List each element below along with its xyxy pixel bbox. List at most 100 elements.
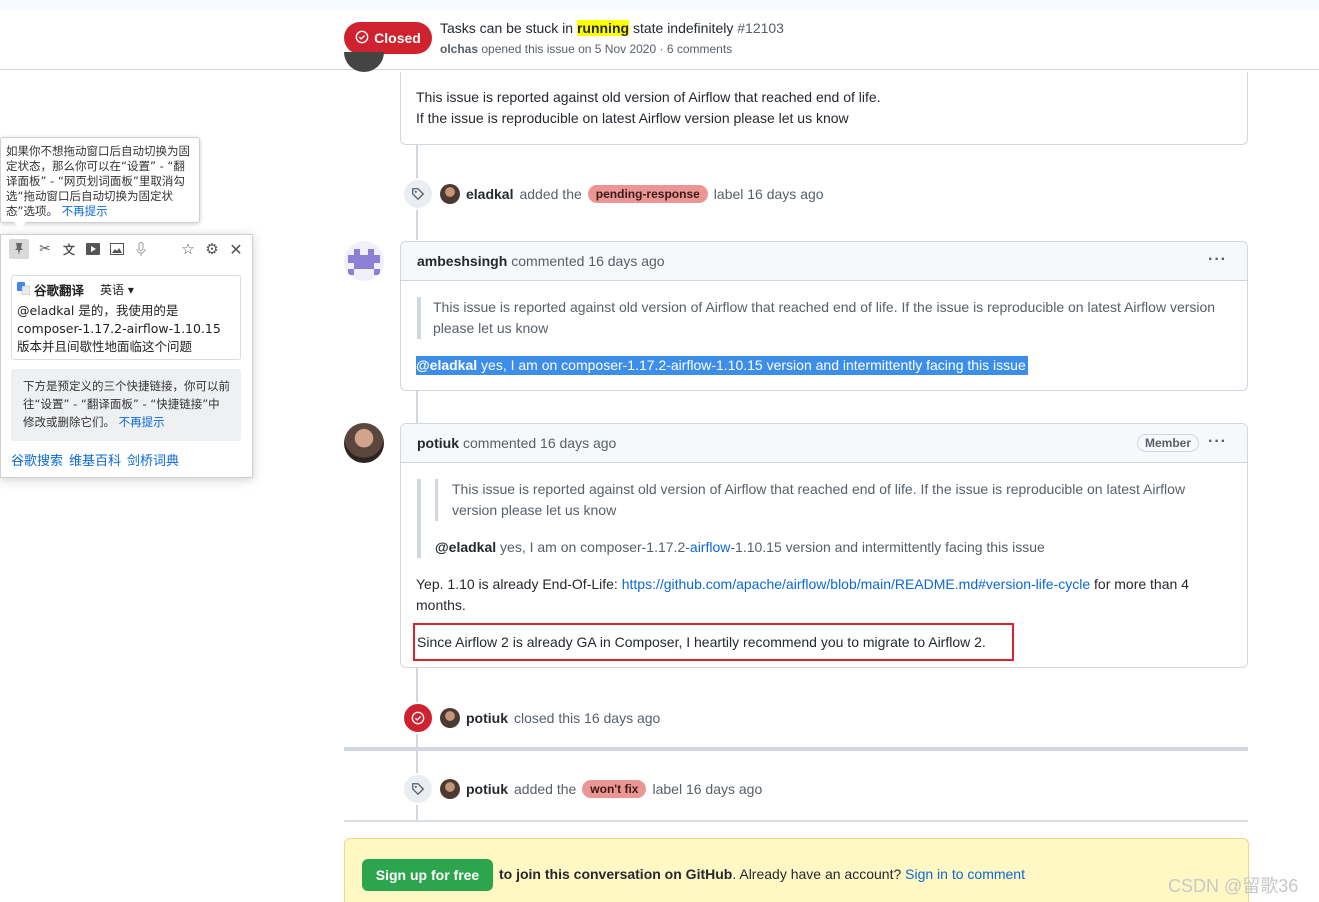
tag-icon [402, 178, 434, 210]
comment-body-line: This issue is reported against old versi… [416, 89, 881, 105]
nested-quote: This issue is reported against old versi… [435, 479, 1231, 521]
user-avatar[interactable] [344, 423, 384, 463]
comment-box: This issue is reported against old versi… [400, 72, 1248, 145]
title-text-rest: state indefinitely [629, 20, 734, 36]
issue-title: Tasks can be stuck in running state inde… [440, 20, 784, 36]
event-action: added the [514, 781, 577, 797]
comment-header: potiuk commented 16 days ago Member ··· [401, 424, 1247, 463]
timeline-divider [344, 747, 1248, 751]
star-icon[interactable]: ☆ [180, 240, 196, 258]
language-label: 英语 [100, 283, 125, 297]
google-translate-icon [17, 281, 31, 298]
event-user[interactable]: potiuk [466, 710, 508, 726]
translate-icon[interactable]: 文 [61, 241, 77, 257]
closed-circle-icon [355, 30, 369, 47]
hint-dismiss-link[interactable]: 不再提示 [119, 415, 165, 429]
quick-link-google[interactable]: 谷歌搜索 [11, 450, 63, 469]
image-icon[interactable] [109, 241, 125, 257]
more-options-icon[interactable]: ··· [1208, 251, 1227, 269]
language-select[interactable]: 英语 ▾ [100, 281, 134, 298]
quoted-reply: @eladkal yes, I am on composer-1.17.2-ai… [435, 537, 1231, 558]
section-divider [344, 820, 1248, 822]
quoted-text: yes, I am on composer-1.17.2- [496, 539, 690, 555]
outer-quote: This issue is reported against old versi… [417, 479, 1231, 558]
issue-state-badge: Closed [344, 22, 432, 54]
label-pill[interactable]: pending-response [587, 185, 708, 203]
user-avatar[interactable] [440, 184, 460, 204]
title-text: Tasks can be stuck in [440, 20, 577, 36]
sign-up-button[interactable]: Sign up for free [362, 859, 493, 891]
watermark: CSDN @留歌36 [1168, 876, 1299, 896]
event-user[interactable]: potiuk [466, 781, 508, 797]
translation-text: @eladkal 是的，我使用的是 composer-1.17.2-airflo… [17, 303, 221, 354]
inline-link[interactable]: airflow [690, 539, 730, 555]
more-options-icon[interactable]: ··· [1208, 433, 1227, 451]
translate-tip: 如果你不想拖动窗口后自动切换为固定状态，那么你可以在“设置” - “翻译面板” … [0, 137, 200, 223]
issue-meta: olchas opened this issue on 5 Nov 2020 ·… [440, 42, 732, 56]
quick-link-cambridge[interactable]: 剑桥词典 [127, 450, 179, 469]
event-user[interactable]: eladkal [466, 186, 513, 202]
issue-number: #12103 [737, 20, 784, 36]
event-text: closed this 16 days ago [514, 710, 661, 726]
event-suffix: label 16 days ago [652, 781, 763, 797]
readme-link[interactable]: https://github.com/apache/airflow/blob/m… [622, 576, 1090, 592]
issue-meta-text: opened this issue on 5 Nov 2020 · 6 comm… [481, 42, 733, 56]
tip-arrow [14, 222, 26, 229]
quote-block: This issue is reported against old versi… [417, 297, 1223, 339]
tag-icon [402, 773, 434, 805]
signup-text-rest: . Already have an account? [732, 866, 906, 882]
comment-header: ambeshsingh commented 16 days ago ··· [401, 242, 1247, 281]
quick-link-wikipedia[interactable]: 维基百科 [69, 450, 121, 469]
translation-result: 谷歌翻译 英语 ▾ @eladkal 是的，我使用的是 composer-1.1… [11, 275, 241, 360]
closed-circle-icon [402, 702, 434, 734]
sign-in-link[interactable]: Sign in to comment [905, 866, 1025, 882]
label-pill[interactable]: won't fix [582, 780, 647, 798]
avatar-partial [344, 52, 384, 72]
comment-time[interactable]: commented 16 days ago [463, 435, 616, 451]
close-icon[interactable]: ✕ [228, 240, 244, 259]
scissors-icon[interactable]: ✂ [37, 241, 53, 257]
member-badge: Member [1136, 434, 1199, 452]
engine-name: 谷歌翻译 [34, 283, 85, 298]
highlighted-paragraph: Since Airflow 2 is already GA in Compose… [413, 623, 1014, 661]
selected-reply: @eladkal yes, I am on composer-1.17.2-ai… [416, 356, 1028, 375]
comment-box: potiuk commented 16 days ago Member ··· … [400, 423, 1248, 668]
signup-banner: Sign up for free to join this conversati… [344, 838, 1249, 902]
quick-links: 谷歌搜索 维基百科 剑桥词典 [11, 450, 179, 469]
event-action: added the [519, 186, 582, 202]
identicon-avatar[interactable] [344, 241, 384, 281]
user-avatar[interactable] [440, 779, 460, 799]
gear-icon[interactable]: ⚙ [204, 240, 220, 258]
tip-dismiss-link[interactable]: 不再提示 [62, 204, 108, 218]
event-suffix: label 16 days ago [713, 186, 824, 202]
signup-text-bold: to join this conversation on GitHub [499, 866, 733, 882]
quoted-text-rest: -1.10.15 version and intermittently faci… [730, 539, 1045, 555]
engine-row: 谷歌翻译 英语 ▾ [17, 280, 235, 299]
paragraph-text: Yep. 1.10 is already End-Of-Life: [416, 576, 622, 592]
comment-author[interactable]: ambeshsingh [417, 253, 507, 269]
label-event: potiuk added the won't fix label 16 days… [402, 773, 762, 805]
microphone-icon[interactable] [133, 241, 149, 257]
signup-text: to join this conversation on GitHub. Alr… [499, 866, 1025, 882]
comment-author[interactable]: potiuk [417, 435, 459, 451]
comment-time[interactable]: commented 16 days ago [511, 253, 664, 269]
translate-panel: ✂ 文 ☆ ⚙ ✕ 谷歌翻译 英语 ▾ @eladkal 是的，我使用的是 co… [0, 234, 253, 478]
label-event: eladkal added the pending-response label… [402, 178, 824, 210]
state-label: Closed [374, 30, 421, 46]
comment-body-line: If the issue is reproducible on latest A… [416, 110, 849, 126]
hint-box: 下方是预定义的三个快捷链接，你可以前往“设置” - “翻译面板” - “快捷链接… [11, 369, 241, 441]
title-highlight: running [576, 20, 630, 36]
comment-paragraph: Yep. 1.10 is already End-Of-Life: https:… [416, 574, 1207, 616]
user-avatar[interactable] [440, 708, 460, 728]
issue-author-link[interactable]: olchas [440, 42, 478, 56]
sticky-issue-header [0, 10, 1319, 70]
panel-toolbar: ✂ 文 ☆ ⚙ ✕ [1, 235, 252, 263]
timeline-line [416, 390, 418, 424]
video-icon[interactable] [85, 241, 101, 257]
mention-link[interactable]: @eladkal [416, 357, 477, 373]
pin-icon[interactable] [9, 239, 29, 259]
reply-text: yes, I am on composer-1.17.2-airflow-1.1… [477, 357, 1026, 373]
comment-box: ambeshsingh commented 16 days ago ··· Th… [400, 241, 1248, 391]
closed-event: potiuk closed this 16 days ago [402, 702, 660, 734]
mention-link[interactable]: @eladkal [435, 539, 496, 555]
